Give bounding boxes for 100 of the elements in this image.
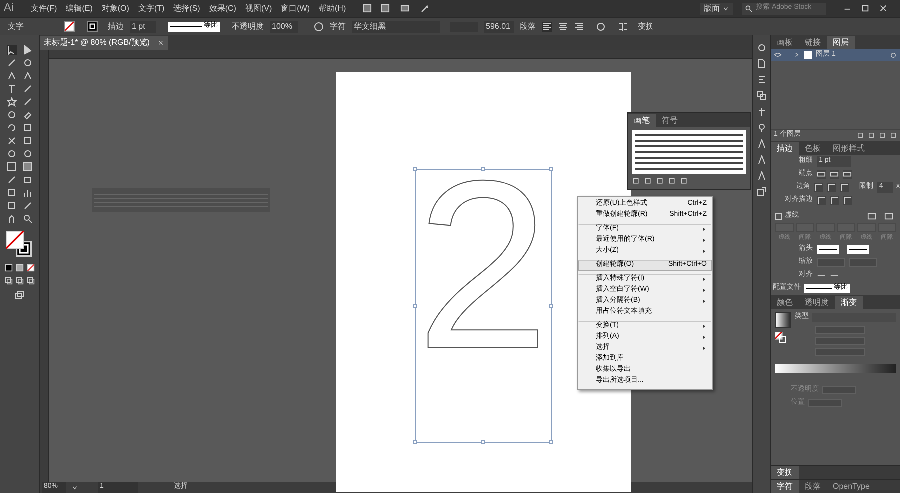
panel-tab[interactable]: 图形样式 [827, 142, 871, 155]
dropdown-icon[interactable] [723, 6, 729, 12]
close-icon[interactable] [879, 4, 888, 13]
eye-icon[interactable] [774, 51, 782, 59]
recolor-icon[interactable] [596, 22, 606, 32]
menu-item[interactable]: 视图(V) [245, 2, 272, 14]
panel-tab[interactable]: 颜色 [771, 296, 799, 309]
align-objects-icon[interactable] [618, 22, 628, 32]
submenu-arrow-icon[interactable] [702, 288, 707, 293]
align-left-icon[interactable] [542, 22, 552, 32]
bridge-icon[interactable] [363, 4, 372, 13]
selection-handle[interactable] [413, 167, 417, 171]
menu-item[interactable]: 帮助(H) [319, 2, 346, 14]
submenu-arrow-icon[interactable] [702, 324, 707, 329]
panel-icon[interactable] [756, 107, 766, 117]
corner-icon[interactable] [814, 183, 824, 192]
search-icon[interactable] [745, 4, 753, 12]
align-stroke-icon[interactable] [830, 196, 839, 205]
stroke-weight-field[interactable]: 1 pt [130, 20, 156, 32]
panel-icon[interactable] [756, 123, 766, 133]
font-family-field[interactable]: 华文细黑 [352, 20, 440, 32]
panel-icon[interactable] [756, 187, 766, 197]
gradient-field[interactable] [815, 326, 865, 334]
none-mode-icon[interactable] [26, 264, 34, 272]
transform-link[interactable]: 变换 [638, 20, 654, 32]
corner-icon[interactable] [840, 183, 850, 192]
panel-tab[interactable]: OpenType [827, 480, 876, 493]
globe-icon[interactable] [314, 22, 324, 32]
tool-icon[interactable] [6, 84, 16, 94]
align-center-icon[interactable] [558, 22, 568, 32]
stock-icon[interactable] [381, 4, 390, 13]
submenu-arrow-icon[interactable] [702, 299, 707, 304]
scale-field[interactable] [849, 258, 877, 267]
panel-tab[interactable]: 画板 [771, 36, 799, 49]
opacity-field[interactable] [822, 386, 856, 394]
panel-tab[interactable]: 透明度 [799, 296, 835, 309]
tool-icon[interactable] [6, 97, 16, 107]
menu-item[interactable]: 编辑(E) [66, 2, 93, 14]
opacity-field[interactable]: 100% [270, 20, 298, 32]
layout-icon[interactable] [399, 4, 412, 13]
menu-item[interactable]: 窗口(W) [281, 2, 310, 14]
scale-field[interactable] [817, 258, 845, 267]
menu-item[interactable]: 选择(S) [174, 2, 200, 14]
menu-item[interactable]: 文件(F) [31, 2, 58, 14]
document-tab[interactable]: 未标题-1* @ 80% (RGB/预览) [40, 36, 168, 50]
panel-tab[interactable]: 变换 [771, 466, 799, 479]
panel-tab[interactable]: 图层 [827, 36, 855, 49]
align-stroke-icon[interactable] [843, 196, 852, 205]
panel-tab[interactable]: 符号 [656, 114, 684, 127]
panel-tab[interactable]: 字符 [771, 480, 799, 493]
location-field[interactable] [808, 399, 842, 408]
fill-swatch-icon[interactable] [64, 21, 75, 32]
menu-item[interactable]: 文字(T) [138, 2, 165, 14]
submenu-arrow-icon[interactable] [702, 335, 707, 340]
panel-tab[interactable]: 段落 [799, 480, 827, 493]
selection-handle[interactable] [413, 440, 417, 444]
panel-tab[interactable]: 描边 [771, 142, 799, 155]
submenu-arrow-icon[interactable] [702, 227, 707, 232]
dropdown-icon[interactable] [72, 484, 78, 490]
target-icon[interactable] [890, 52, 897, 58]
selection-handle[interactable] [481, 440, 485, 444]
dash-align-icon[interactable] [865, 212, 879, 221]
fill-stroke-icon[interactable] [775, 332, 787, 344]
pen-icon[interactable] [420, 4, 430, 14]
fill-swatch-icon[interactable] [6, 231, 24, 249]
selection-handle[interactable] [413, 304, 417, 308]
character-link[interactable]: 字符 [330, 20, 346, 32]
menu-item[interactable]: 效果(C) [209, 2, 236, 14]
corner-icon[interactable] [827, 183, 836, 192]
selection-tool-icon[interactable] [6, 45, 16, 55]
gradient-field[interactable] [815, 348, 865, 356]
submenu-arrow-icon[interactable] [702, 249, 707, 254]
brush-list[interactable] [632, 130, 746, 174]
arrowhead-start-dropdown[interactable] [817, 245, 839, 254]
panel-icon[interactable] [756, 91, 766, 101]
close-icon[interactable] [158, 40, 164, 46]
stroke-swatch-icon[interactable] [87, 21, 98, 32]
workspace-switcher[interactable]: 版面 [700, 2, 733, 14]
tool-icon[interactable] [22, 214, 32, 224]
submenu-arrow-icon[interactable] [702, 346, 707, 351]
dashed-checkbox[interactable] [775, 213, 782, 220]
panel-tab[interactable]: 链接 [799, 36, 827, 49]
align-stroke-icon[interactable] [817, 196, 826, 205]
arrowhead-end-dropdown[interactable] [847, 245, 869, 254]
maximize-icon[interactable] [861, 4, 870, 13]
align-right-icon[interactable] [574, 22, 584, 32]
dash-align-icon[interactable] [882, 212, 896, 221]
selection-handle[interactable] [549, 167, 553, 171]
screen-mode-icon[interactable] [14, 291, 26, 301]
panel-tab[interactable]: 色板 [799, 142, 827, 155]
gradient-mode-icon[interactable] [16, 264, 24, 272]
panel-tab[interactable]: 渐变 [835, 296, 863, 309]
submenu-arrow-icon[interactable] [702, 277, 707, 282]
panel-icon[interactable] [756, 75, 766, 85]
selection-handle[interactable] [549, 440, 553, 444]
font-size-field[interactable]: 596.01 [484, 20, 514, 32]
paragraph-link[interactable]: 段落 [520, 20, 536, 32]
selection-handle[interactable] [549, 304, 553, 308]
color-mode-icon[interactable] [4, 264, 12, 272]
menu-item[interactable]: 对象(O) [102, 2, 130, 14]
